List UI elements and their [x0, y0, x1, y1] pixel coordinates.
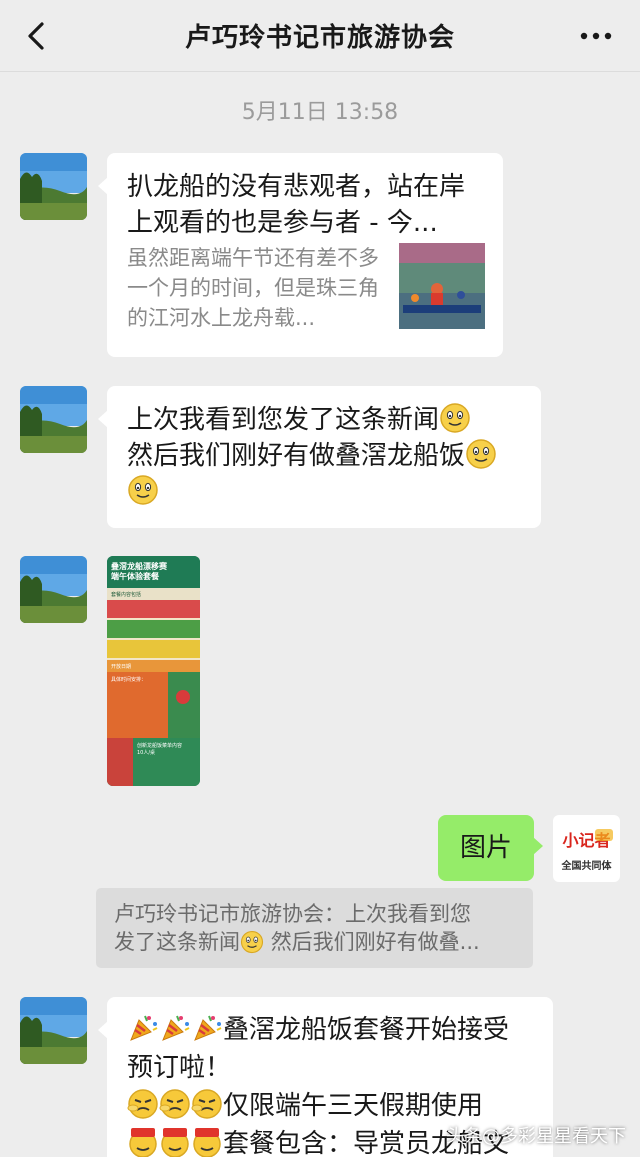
poster-title: 叠滘龙船漂移赛: [111, 562, 167, 571]
smile-emoji-icon: [127, 474, 159, 506]
quote-text: 发了这条新闻: [114, 930, 240, 954]
wink-emoji-icon: [159, 1088, 191, 1120]
poster-row: [107, 640, 200, 660]
contact-avatar[interactable]: [20, 153, 87, 220]
poster-image-message[interactable]: 叠滘龙船漂移赛 端午体验套餐 套餐内容包括 开放日期 具体时间安排： 创新龙船饭…: [107, 556, 200, 786]
emoji-666-icon: [191, 1126, 223, 1157]
poster-section: 套餐内容包括: [107, 588, 200, 600]
link-card-title: 扒龙船的没有悲观者，站在岸上观看的也是参与者 - 今...: [127, 172, 466, 238]
smile-emoji-icon: [240, 930, 264, 954]
poster-row: [107, 620, 200, 640]
smile-emoji-icon: [465, 438, 497, 470]
poster-header: 叠滘龙船漂移赛 端午体验套餐: [107, 556, 200, 584]
text-message-body: 上次我看到您发了这条新闻 然后我们刚好有做叠滘龙船饭: [127, 402, 521, 510]
party-popper-icon: [127, 1012, 159, 1044]
quote-text: 然后我们刚好有做叠...: [270, 930, 480, 954]
poster-section: 10人/桌: [137, 750, 156, 756]
quoted-message[interactable]: 卢巧玲书记市旅游协会：上次我看到您 发了这条新闻 然后我们刚好有做叠...: [96, 888, 533, 968]
text-line: 上次我看到您发了这条新闻: [127, 405, 440, 435]
contact-avatar[interactable]: [20, 386, 87, 453]
poster-section: 开放日期: [107, 660, 200, 672]
poster-decoration: [107, 738, 133, 786]
text-line: 然后我们刚好有做叠滘龙船饭: [127, 441, 466, 471]
my-message-text: 图片: [459, 833, 512, 863]
party-popper-icon: [191, 1012, 223, 1044]
chevron-left-icon[interactable]: [22, 18, 52, 54]
poster-decoration: [168, 672, 200, 738]
contact-avatar[interactable]: [20, 556, 87, 623]
more-dots-icon[interactable]: [578, 24, 614, 48]
quote-line: 发了这条新闻 然后我们刚好有做叠...: [114, 928, 515, 956]
wink-emoji-icon: [191, 1088, 223, 1120]
link-card-message[interactable]: 扒龙船的没有悲观者，站在岸上观看的也是参与者 - 今... 虽然距离端午节还有差…: [98, 153, 503, 357]
message-timestamp: 5月11日 13:58: [241, 100, 399, 125]
text-line: 预订啦！: [127, 1053, 232, 1083]
poster-schedule: 具体时间安排：: [107, 672, 200, 738]
party-popper-icon: [159, 1012, 191, 1044]
poster-row: [107, 600, 200, 620]
watermark: 头条@多彩星星看天下: [446, 1126, 626, 1147]
my-text-message[interactable]: 图片: [438, 815, 543, 881]
avatar-caption: 全国共同体: [561, 861, 612, 872]
wink-emoji-icon: [127, 1088, 159, 1120]
poster-section: 创新龙船饭菜单内容: [137, 743, 183, 749]
text-line: 仅限端午三天假期使用: [223, 1091, 484, 1121]
link-card-description: 虽然距离端午节还有差不多一个月的时间，但是珠三角的江河水上龙舟载...: [127, 246, 379, 330]
emoji-666-icon: [159, 1126, 191, 1157]
quote-line: 卢巧玲书记市旅游协会：上次我看到您: [114, 902, 471, 926]
poster-menu: 创新龙船饭菜单内容 10人/桌: [107, 738, 200, 786]
smile-emoji-icon: [439, 402, 471, 434]
link-card-thumbnail: [399, 243, 485, 329]
contact-avatar[interactable]: [20, 997, 87, 1064]
chat-title: 卢巧玲书记市旅游协会: [184, 23, 455, 53]
poster-subtitle: 端午体验套餐: [111, 572, 159, 581]
emoji-666-icon: [127, 1126, 159, 1157]
avatar-logo-mark: [595, 829, 613, 841]
my-avatar[interactable]: 小记者 全国共同体: [553, 815, 620, 882]
poster-decoration: [176, 690, 190, 704]
chat-header: 卢巧玲书记市旅游协会: [0, 0, 640, 72]
text-line: 叠滘龙船饭套餐开始接受: [223, 1015, 510, 1045]
text-message[interactable]: 上次我看到您发了这条新闻 然后我们刚好有做叠滘龙船饭: [98, 386, 541, 528]
